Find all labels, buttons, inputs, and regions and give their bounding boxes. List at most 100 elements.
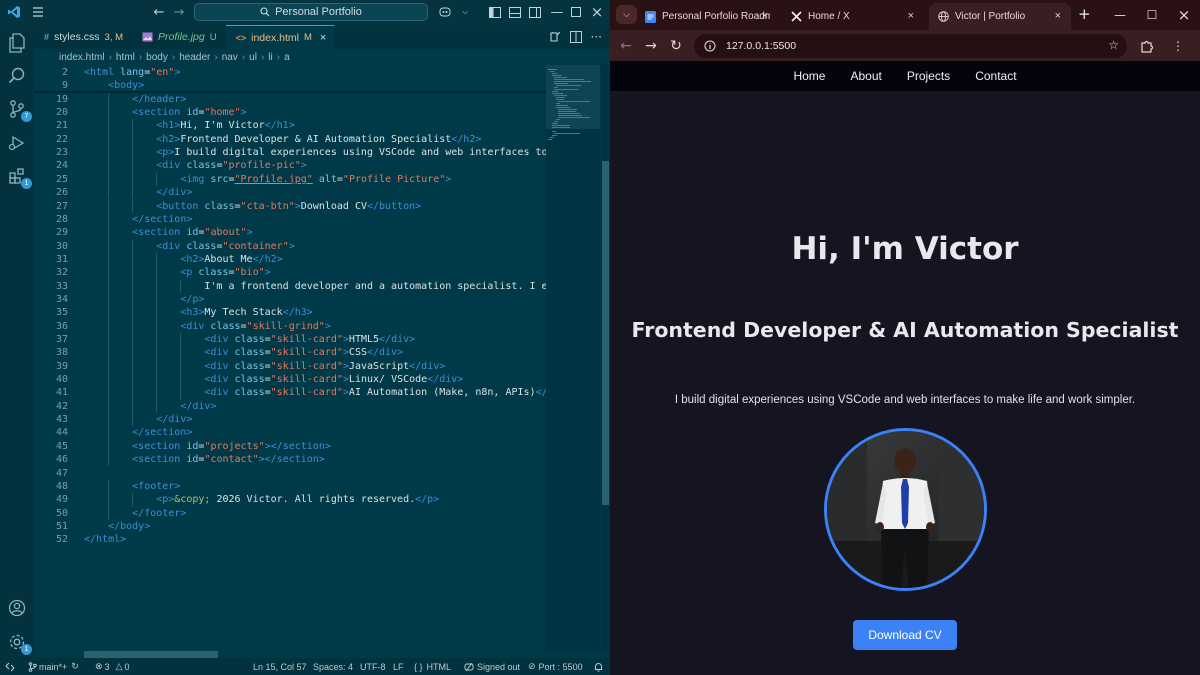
- toggle-primary-sidebar-icon[interactable]: [486, 3, 504, 21]
- sync-icon[interactable]: ↻: [71, 661, 79, 672]
- chrome-tab-portfolio[interactable]: Victor | Portfolio ×: [929, 3, 1071, 30]
- code-line[interactable]: </section>: [84, 213, 192, 226]
- account-status[interactable]: Signed out: [464, 658, 520, 675]
- site-info-icon[interactable]: [704, 40, 716, 52]
- code-line[interactable]: <section id="projects"></section>: [84, 440, 331, 453]
- indentation[interactable]: Spaces: 4: [313, 658, 353, 675]
- minimize-icon[interactable]: —: [548, 3, 566, 21]
- breadcrumb-item[interactable]: nav: [222, 52, 238, 63]
- close-tab-icon[interactable]: ×: [908, 10, 914, 22]
- code-line[interactable]: </section>: [84, 426, 192, 439]
- split-editor-icon[interactable]: [569, 31, 582, 43]
- close-tab-icon[interactable]: ×: [762, 10, 768, 22]
- code-line[interactable]: <h1>Hi, I'm Victor</h1>: [84, 119, 295, 132]
- explorer-icon[interactable]: [5, 31, 29, 55]
- vertical-scrollbar[interactable]: [601, 65, 610, 651]
- run-debug-icon[interactable]: [5, 131, 29, 155]
- code-line[interactable]: <div class="profile-pic">: [84, 159, 307, 172]
- code-line[interactable]: <section id="about">: [84, 226, 252, 239]
- code-line[interactable]: <div class="container">: [84, 240, 295, 253]
- reload-icon[interactable]: ↻: [666, 36, 686, 56]
- download-cv-button[interactable]: Download CV: [853, 620, 957, 650]
- code-line[interactable]: </div>: [84, 413, 192, 426]
- minimize-icon[interactable]: —: [1104, 8, 1136, 22]
- tab-styles-css[interactable]: # styles.css 3, M: [34, 25, 133, 49]
- code-line[interactable]: <html lang="en">: [84, 66, 546, 80]
- encoding[interactable]: UTF-8: [360, 658, 386, 675]
- command-center-search[interactable]: Personal Portfolio: [194, 3, 428, 21]
- language-mode[interactable]: { } HTML: [414, 658, 451, 675]
- breadcrumb-item[interactable]: header: [179, 52, 210, 63]
- code-line[interactable]: <h2>About Me</h2>: [84, 253, 282, 266]
- nav-contact-link[interactable]: Contact: [975, 69, 1016, 83]
- code-line[interactable]: <section id="contact"></section>: [84, 453, 325, 466]
- tab-index-html[interactable]: <> index.html M ×: [225, 25, 336, 49]
- notifications-bell-icon[interactable]: [594, 658, 603, 675]
- tab-profile-jpg[interactable]: Profile.jpg U: [132, 25, 226, 49]
- extensions-puzzle-icon[interactable]: [1137, 36, 1157, 56]
- address-bar[interactable]: 127.0.0.1:5500 ☆: [694, 34, 1127, 58]
- menu-icon[interactable]: [29, 3, 47, 21]
- close-tab-icon[interactable]: ×: [320, 32, 326, 44]
- new-tab-plus-icon[interactable]: +: [1078, 5, 1091, 23]
- breadcrumb-item[interactable]: index.html: [59, 52, 105, 63]
- code-line[interactable]: </html>: [84, 533, 126, 546]
- breadcrumb-item[interactable]: ul: [249, 52, 257, 63]
- nav-about-link[interactable]: About: [850, 69, 881, 83]
- chrome-tab-roadmap[interactable]: Personal Porfolio Roadm ×: [636, 3, 778, 30]
- code-line[interactable]: </body>: [84, 520, 150, 533]
- scrollbar-thumb[interactable]: [602, 161, 609, 505]
- code-line[interactable]: </div>: [84, 400, 216, 413]
- code-line[interactable]: <div class="skill-card">Linux/ VSCode</d…: [84, 373, 463, 386]
- code-line[interactable]: <div class="skill-card">AI Automation (M…: [84, 386, 546, 399]
- code-line[interactable]: <div class="skill-grind">: [84, 320, 331, 333]
- code-line[interactable]: </header>: [84, 93, 186, 106]
- code-line[interactable]: <p>&copy; 2026 Victor. All rights reserv…: [84, 493, 439, 506]
- code-editor[interactable]: 2 <html lang="en"> 9 <body> 19 </header> 20 <se…: [34, 65, 546, 651]
- remote-icon[interactable]: [5, 658, 15, 675]
- maximize-icon[interactable]: ☐: [1136, 8, 1168, 22]
- back-arrow-icon[interactable]: ←: [150, 3, 168, 21]
- code-line[interactable]: </div>: [84, 186, 192, 199]
- code-line[interactable]: <button class="cta-btn">Download CV</but…: [84, 200, 421, 213]
- cursor-position[interactable]: Ln 15, Col 57: [253, 658, 307, 675]
- toggle-panel-icon[interactable]: [506, 3, 524, 21]
- chrome-tab-x[interactable]: Home / X ×: [782, 3, 924, 30]
- close-tab-icon[interactable]: ×: [1055, 10, 1061, 22]
- code-line[interactable]: <img src="Profile.jpg" alt="Profile Pict…: [84, 173, 451, 186]
- search-icon[interactable]: [5, 64, 29, 88]
- horizontal-scrollbar[interactable]: [84, 651, 218, 658]
- code-line[interactable]: <p>I build digital experiences using VSC…: [84, 146, 546, 159]
- more-actions-icon[interactable]: ···: [591, 30, 602, 44]
- code-line[interactable]: I'm a frontend developer and a automatio…: [84, 280, 546, 293]
- breadcrumb-item[interactable]: a: [284, 52, 290, 63]
- minimap[interactable]: [546, 65, 600, 651]
- problems-indicator[interactable]: ⊗ 3 △ 0: [95, 658, 130, 675]
- breadcrumb-item[interactable]: li: [268, 52, 272, 63]
- code-line[interactable]: <h2>Frontend Developer & AI Automation S…: [84, 133, 481, 146]
- back-arrow-icon[interactable]: ←: [616, 36, 636, 56]
- code-line[interactable]: </footer>: [84, 507, 186, 520]
- close-icon[interactable]: ×: [588, 3, 606, 21]
- code-line[interactable]: <p class="bio">: [84, 266, 270, 279]
- live-server-port[interactable]: ⊘ Port : 5500: [528, 658, 583, 675]
- code-line[interactable]: </p>: [84, 293, 204, 306]
- nav-projects-link[interactable]: Projects: [907, 69, 950, 83]
- breadcrumb-item[interactable]: body: [146, 52, 168, 63]
- nav-home-link[interactable]: Home: [793, 69, 825, 83]
- code-line[interactable]: <div class="skill-card">HTML5</div>: [84, 333, 415, 346]
- code-line[interactable]: <div class="skill-card">JavaScript</div>: [84, 360, 445, 373]
- more-menu-icon[interactable]: ⋮: [1168, 36, 1188, 56]
- extensions-icon[interactable]: 1: [5, 164, 32, 189]
- breadcrumb-item[interactable]: html: [116, 52, 135, 63]
- open-changes-icon[interactable]: [549, 31, 561, 43]
- copilot-icon[interactable]: [435, 3, 457, 21]
- branch-indicator[interactable]: main*+ ↻: [28, 658, 79, 675]
- account-icon[interactable]: [5, 596, 29, 620]
- forward-arrow-icon[interactable]: →: [170, 3, 188, 21]
- close-icon[interactable]: ×: [1168, 6, 1200, 24]
- bookmark-star-icon[interactable]: ☆: [1108, 38, 1119, 52]
- gear-icon[interactable]: 1: [5, 630, 32, 655]
- tab-search-chevron-icon[interactable]: ⌵: [616, 5, 637, 24]
- source-control-icon[interactable]: 7: [5, 97, 32, 122]
